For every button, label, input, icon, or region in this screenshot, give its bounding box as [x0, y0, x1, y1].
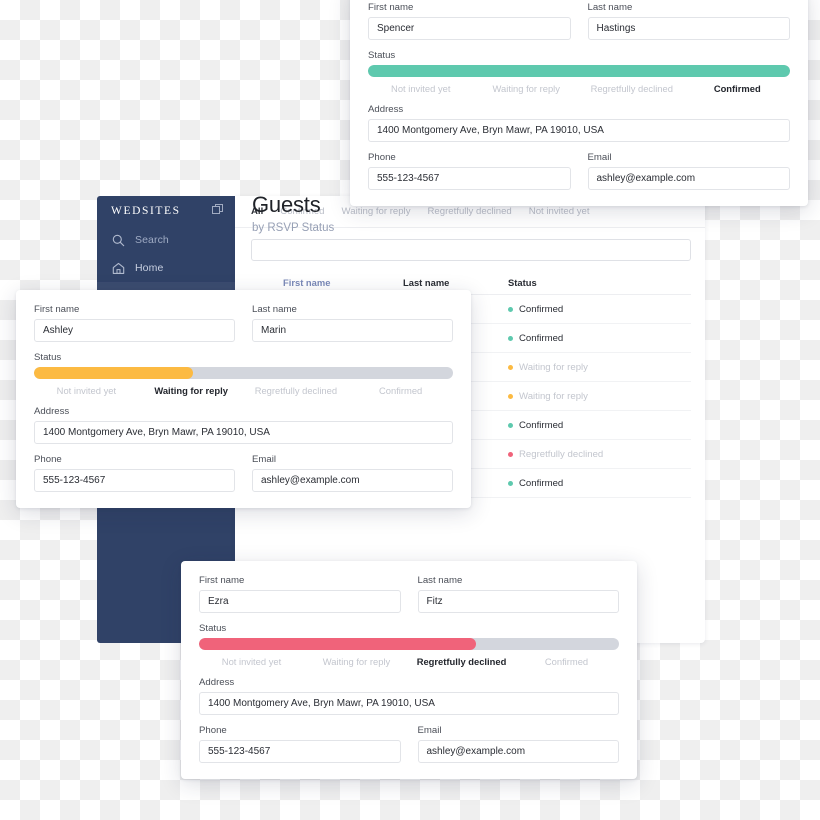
home-icon — [111, 261, 126, 276]
status-step-regretfully-declined[interactable]: Regretfully declined — [244, 385, 349, 396]
status-slider-fill — [368, 65, 790, 77]
phone-field[interactable]: 555-123-4567 — [199, 740, 401, 763]
status-step-not-invited-yet[interactable]: Not invited yet — [199, 656, 304, 667]
address-field[interactable]: 1400 Montgomery Ave, Bryn Mawr, PA 19010… — [34, 421, 453, 444]
page-title: Guests — [252, 192, 321, 217]
address-label: Address — [368, 104, 404, 115]
sidebar-item-search[interactable]: Search — [97, 226, 235, 254]
status-step-not-invited-yet[interactable]: Not invited yet — [34, 385, 139, 396]
status-dot — [508, 306, 513, 312]
status-badge: Waiting for reply — [508, 362, 691, 373]
status-step-regretfully-declined[interactable]: Regretfully declined — [579, 83, 685, 94]
status-label: Waiting for reply — [519, 390, 588, 402]
status-label: Status — [368, 50, 396, 61]
sidebar-item-label: Search — [135, 234, 169, 246]
first-name-field[interactable]: Ashley — [34, 319, 235, 342]
status-step-not-invited-yet[interactable]: Not invited yet — [368, 83, 474, 94]
column-header-first-name: First name — [283, 276, 331, 288]
status-dot — [508, 364, 513, 370]
status-label: Status — [34, 352, 62, 363]
status-step-waiting-for-reply[interactable]: Waiting for reply — [474, 83, 580, 94]
status-badge: Waiting for reply — [508, 391, 691, 402]
status-badge: Confirmed — [508, 478, 691, 489]
sidebar-brand-bar: WEDSITES — [97, 196, 235, 226]
last-name-label: Last name — [417, 575, 463, 586]
email-label: Email — [252, 454, 276, 465]
status-slider-legend: Not invited yet Waiting for reply Regret… — [368, 83, 790, 94]
phone-field[interactable]: 555-123-4567 — [368, 167, 571, 190]
status-dot — [508, 422, 513, 428]
status-step-confirmed[interactable]: Confirmed — [685, 83, 791, 94]
address-field[interactable]: 1400 Montgomery Ave, Bryn Mawr, PA 19010… — [199, 692, 619, 715]
sidebar-item-label: Home — [135, 262, 164, 274]
address-field[interactable]: 1400 Montgomery Ave, Bryn Mawr, PA 19010… — [368, 119, 790, 142]
status-label: Confirmed — [519, 303, 564, 315]
collapse-panel-icon[interactable] — [212, 202, 223, 220]
email-field[interactable]: ashley@example.com — [252, 469, 453, 492]
status-label: Confirmed — [519, 419, 564, 431]
status-label: Regretfully declined — [519, 448, 604, 460]
status-step-waiting-for-reply[interactable]: Waiting for reply — [139, 385, 244, 396]
guest-detail-card-ezra: First name Ezra Last name Fitz Status No… — [181, 561, 637, 779]
status-slider-legend: Not invited yet Waiting for reply Regret… — [199, 656, 619, 667]
last-name-field[interactable]: Fitz — [417, 590, 619, 613]
status-step-confirmed[interactable]: Confirmed — [514, 656, 619, 667]
status-slider-fill — [34, 367, 194, 379]
phone-label: Phone — [34, 454, 62, 465]
address-label: Address — [199, 677, 235, 688]
status-badge: Confirmed — [508, 304, 691, 315]
status-label: Confirmed — [519, 477, 564, 489]
status-step-confirmed[interactable]: Confirmed — [348, 385, 453, 396]
tab-waiting-for-reply[interactable]: Waiting for reply — [342, 206, 411, 217]
status-step-waiting-for-reply[interactable]: Waiting for reply — [304, 656, 409, 667]
status-dot — [508, 480, 513, 486]
column-header-status: Status — [508, 276, 537, 288]
guest-search-input[interactable] — [251, 239, 691, 261]
last-name-label: Last name — [587, 2, 633, 13]
phone-label: Phone — [368, 152, 396, 163]
email-field[interactable]: ashley@example.com — [417, 740, 619, 763]
status-label: Confirmed — [519, 332, 564, 344]
guest-detail-card-spencer: First name Spencer Last name Hastings St… — [350, 0, 808, 206]
status-badge: Confirmed — [508, 420, 691, 431]
last-name-field[interactable]: Hastings — [587, 17, 790, 40]
status-label: Waiting for reply — [519, 361, 588, 373]
page-heading: Guests by RSVP Status — [252, 192, 334, 234]
email-field[interactable]: ashley@example.com — [587, 167, 790, 190]
last-name-label: Last name — [252, 304, 297, 315]
last-name-field[interactable]: Marin — [252, 319, 453, 342]
status-label: Status — [199, 623, 227, 634]
screenshot-canvas: WEDSITES Search Home All Confirmed Waiti… — [0, 0, 820, 820]
status-slider[interactable] — [34, 367, 453, 379]
brand-logo: WEDSITES — [111, 205, 181, 217]
email-label: Email — [417, 725, 442, 736]
status-slider[interactable] — [199, 638, 619, 650]
status-dot — [508, 335, 513, 341]
email-label: Email — [587, 152, 612, 163]
first-name-label: First name — [199, 575, 245, 586]
status-badge: Confirmed — [508, 333, 691, 344]
first-name-field[interactable]: Ezra — [199, 590, 401, 613]
status-slider-legend: Not invited yet Waiting for reply Regret… — [34, 385, 453, 396]
first-name-field[interactable]: Spencer — [368, 17, 571, 40]
phone-label: Phone — [199, 725, 227, 736]
page-subtitle: by RSVP Status — [252, 222, 335, 234]
first-name-label: First name — [368, 2, 414, 13]
column-header-last-name: Last name — [403, 276, 450, 288]
status-slider-fill — [199, 638, 477, 650]
status-badge: Regretfully declined — [508, 449, 691, 460]
tab-regretfully-declined[interactable]: Regretfully declined — [428, 206, 512, 217]
guest-detail-card-ashley: First name Ashley Last name Marin Status… — [16, 290, 471, 508]
status-dot — [508, 451, 513, 457]
sidebar-item-home[interactable]: Home — [97, 254, 235, 282]
first-name-label: First name — [34, 304, 80, 315]
status-slider[interactable] — [368, 65, 790, 77]
address-label: Address — [34, 406, 70, 417]
tab-not-invited-yet[interactable]: Not invited yet — [529, 206, 590, 217]
status-step-regretfully-declined[interactable]: Regretfully declined — [409, 656, 514, 667]
status-dot — [508, 393, 513, 399]
phone-field[interactable]: 555-123-4567 — [34, 469, 235, 492]
search-icon — [111, 233, 126, 248]
filter-row — [235, 228, 705, 270]
